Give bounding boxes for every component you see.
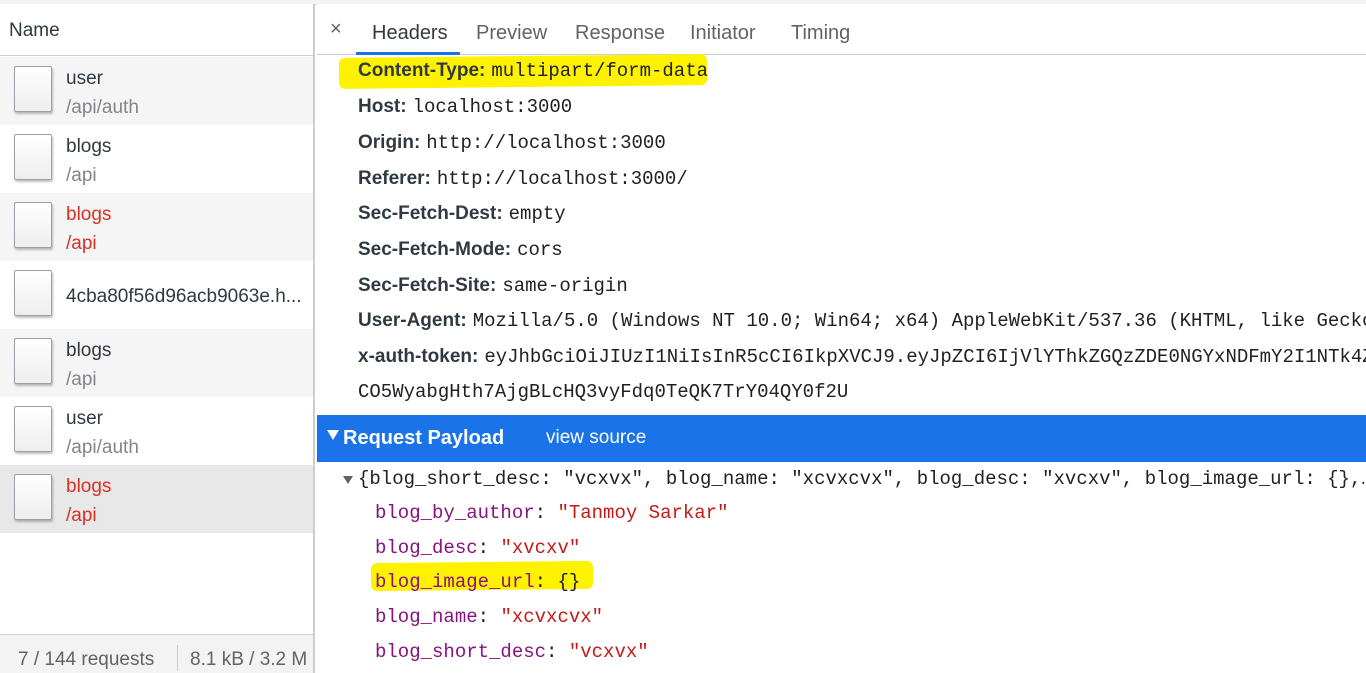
header-row: Sec-Fetch-Site: same-origin [358,275,628,297]
property-value: "xvcxv" [500,537,581,559]
request-path: /api [66,165,97,186]
document-icon [14,474,52,520]
property-key: blog_short_desc [375,641,547,663]
request-name: blogs [66,340,112,361]
header-row: x-auth-token: eyJhbGciOiJIUzI1NiIsInR5cCI… [358,346,1366,368]
request-path: /api [66,233,97,254]
tab-headers[interactable]: Headers [372,22,448,45]
request-name: 4cba80f56d96acb9063e.h... [66,286,302,307]
request-path: /api [66,369,97,390]
transfer-size: 8.1 kB / 3.2 M [190,649,308,670]
payload-property: blog_short_desc: "vcxvx" [375,641,649,663]
header-key: Content-Type: [358,60,486,81]
token-continuation: CO5WyabgHth7AjgBLcHQ3vyFdq0TeQK7TrY04QY0… [358,381,849,403]
payload-title: Request Payload [343,427,505,449]
request-detail-panel: × Headers Preview Response Initiator Tim… [317,4,1366,673]
document-icon [14,134,52,180]
property-value: "vcxvx" [568,641,649,663]
request-name: user [66,408,103,429]
property-value: "xcvxcvx" [500,606,604,628]
tab-initiator[interactable]: Initiator [690,22,756,45]
devtools-network-panel: Name user /api/auth blogs /api blogs /ap… [0,0,1366,673]
status-divider [177,645,178,671]
request-list: user /api/auth blogs /api blogs /api 4cb… [0,57,313,533]
request-row[interactable]: user /api/auth [0,57,313,125]
close-icon[interactable]: × [330,18,342,41]
request-path: /api/auth [66,97,139,118]
document-icon [14,66,52,112]
payload-property: blog_name: "xcvxcvx" [375,606,604,628]
header-value: empty [508,203,566,225]
payload-property: blog_desc: "xvcxv" [375,537,581,559]
request-row-selected[interactable]: blogs /api [0,465,313,533]
header-value: eyJhbGciOiJIUzI1NiIsInR5cCI6IkpXVCJ9.eyJ… [484,346,1366,368]
request-row[interactable]: 4cba80f56d96acb9063e.h... [0,261,313,329]
header-key: Sec-Fetch-Dest: [358,203,503,224]
request-name: user [66,68,103,89]
document-icon [14,406,52,452]
header-key: Sec-Fetch-Site: [358,275,497,296]
payload-property: blog_image_url: {} [375,571,581,593]
request-list-panel: Name user /api/auth blogs /api blogs /ap… [0,4,315,673]
tab-response[interactable]: Response [575,22,665,45]
header-row: User-Agent: Mozilla/5.0 (Windows NT 10.0;… [358,310,1366,332]
collapse-triangle-icon[interactable] [343,476,353,484]
request-row[interactable]: blogs /api [0,125,313,193]
header-value: localhost:3000 [412,96,573,118]
header-row: Sec-Fetch-Mode: cors [358,239,563,261]
request-name: blogs [66,204,112,225]
header-value: http://localhost:3000 [426,132,666,154]
name-column-header[interactable]: Name [0,4,313,56]
property-key: blog_image_url [375,571,535,593]
tab-preview[interactable]: Preview [476,22,547,45]
header-value-continuation: CO5WyabgHth7AjgBLcHQ3vyFdq0TeQK7TrY04QY0… [358,381,848,403]
request-row[interactable]: blogs /api [0,193,313,261]
property-key: blog_desc [375,537,478,559]
header-value: same-origin [502,275,628,297]
header-row: Content-Type: multipart/form-data [358,60,708,82]
document-icon [14,270,52,316]
header-row: Sec-Fetch-Dest: empty [358,203,566,225]
property-value: "Tanmoy Sarkar" [557,502,729,524]
property-key: blog_by_author [375,502,535,524]
request-name: blogs [66,136,112,157]
header-key: Origin: [358,132,421,153]
header-key: User-Agent: [358,310,467,331]
request-row[interactable]: blogs /api [0,329,313,397]
document-icon [14,202,52,248]
expand-arrow-icon[interactable] [327,430,339,440]
request-path: /api [66,505,97,526]
tab-timing[interactable]: Timing [791,22,850,45]
header-row: Referer: http://localhost:3000/ [358,168,688,190]
network-status-bar: 7 / 144 requests 8.1 kB / 3.2 M [0,634,313,673]
header-key: Referer: [358,168,431,189]
header-value: Mozilla/5.0 (Windows NT 10.0; Win64; x64… [472,310,1366,332]
detail-tab-bar: × Headers Preview Response Initiator Tim… [317,4,1366,55]
header-key: Sec-Fetch-Mode: [358,239,512,260]
request-row[interactable]: user /api/auth [0,397,313,465]
header-key: x-auth-token: [358,346,479,367]
request-count: 7 / 144 requests [18,649,155,670]
request-headers-section: Content-Type: multipart/form-data Host: lo… [317,54,1366,415]
header-row: Host: localhost:3000 [358,96,572,118]
payload-property: blog_by_author: "Tanmoy Sarkar" [375,502,729,524]
header-value: http://localhost:3000/ [436,168,688,190]
header-row: Origin: http://localhost:3000 [358,132,666,154]
property-key: blog_name [375,606,478,628]
header-key: Host: [358,96,407,117]
header-value: multipart/form-data [491,60,708,82]
request-path: /api/auth [66,437,139,458]
header-value: cors [517,239,563,261]
request-payload-header[interactable]: Request Payload view source [317,415,1366,462]
view-source-link[interactable]: view source [546,427,646,449]
payload-object-summary[interactable]: {blog_short_desc: "vcxvx", blog_name: "x… [358,468,1366,490]
property-value: {} [557,571,581,593]
document-icon [14,338,52,384]
request-name: blogs [66,476,112,497]
request-payload-body: {blog_short_desc: "vcxvx", blog_name: "x… [317,462,1366,673]
